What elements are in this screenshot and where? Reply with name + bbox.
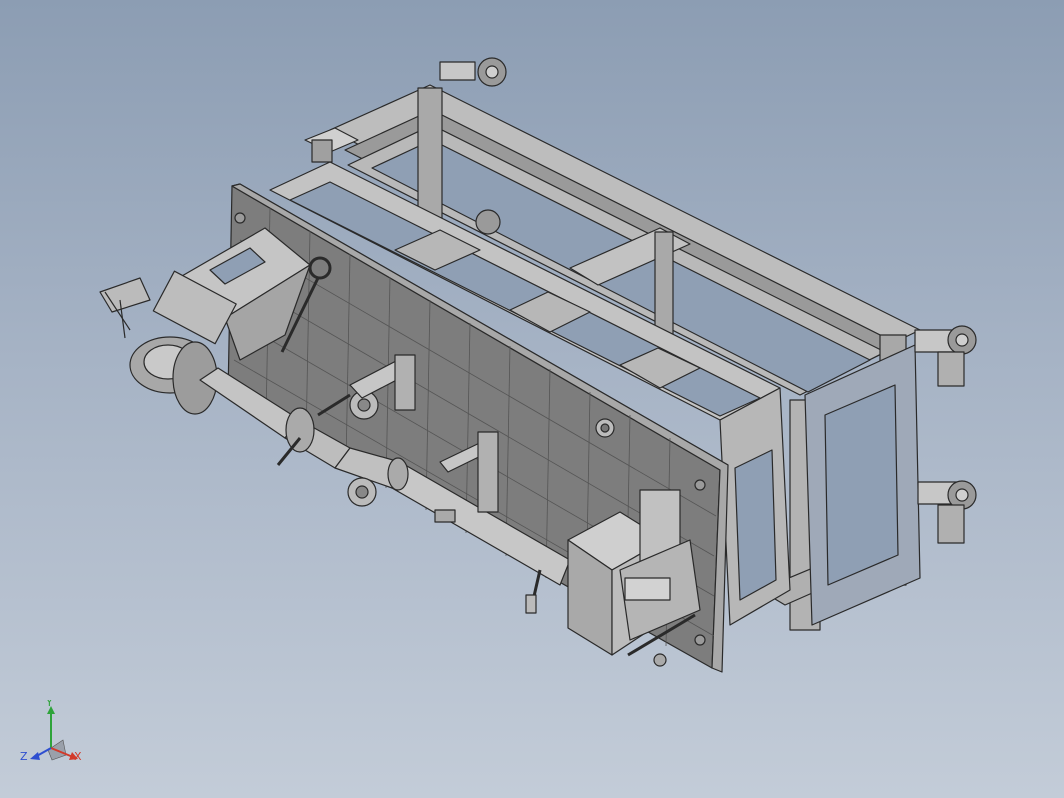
y-axis-label: Y <box>45 700 53 709</box>
z-axis-label: Z <box>20 750 28 763</box>
caster-wheel-right-2 <box>917 480 977 544</box>
x-axis-label: X <box>74 750 82 763</box>
cad-assembly-model[interactable] <box>0 0 1064 798</box>
graphics-viewport[interactable]: Y X Z <box>0 0 1064 798</box>
caster-wheel-right-1 <box>914 325 977 387</box>
caster-wheel-mid <box>475 209 501 235</box>
caster-wheel-top <box>439 57 507 87</box>
coordinate-triad: Y X Z <box>20 700 82 763</box>
